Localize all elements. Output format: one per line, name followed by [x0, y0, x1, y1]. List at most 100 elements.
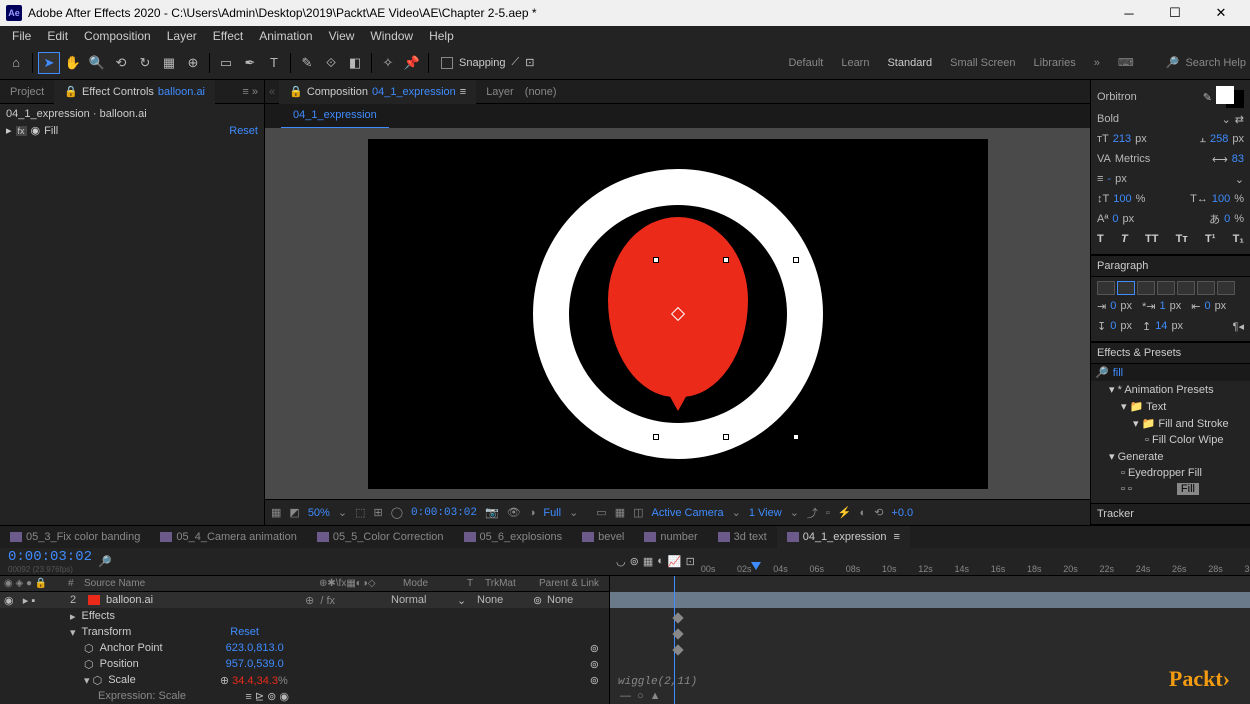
- leading[interactable]: 258: [1210, 133, 1228, 145]
- workspace-default[interactable]: Default: [788, 57, 823, 69]
- tl-tab-1[interactable]: 05_4_Camera animation: [150, 526, 306, 548]
- vc-show-snapshot-icon[interactable]: 👁: [507, 506, 521, 519]
- small-caps[interactable]: Tᴛ: [1176, 233, 1188, 245]
- orbit-tool[interactable]: ⟲: [110, 52, 132, 74]
- layer-row[interactable]: ◉ ▸ ▪ 2 balloon.ai ⊕ / fx Normal ⌄ None …: [0, 592, 609, 608]
- toolbar-kb-icon[interactable]: ⌨: [1118, 56, 1134, 69]
- camera-dropdown[interactable]: Active Camera: [652, 507, 724, 519]
- rtl-icon[interactable]: ¶◂: [1233, 320, 1244, 333]
- workspace-learn[interactable]: Learn: [841, 57, 869, 69]
- transform-reset[interactable]: Reset: [230, 626, 259, 638]
- camera-tool[interactable]: ▦: [158, 52, 180, 74]
- font-family[interactable]: Orbitron: [1097, 91, 1199, 103]
- rotate-tool[interactable]: ↻: [134, 52, 156, 74]
- selection-tool[interactable]: ➤: [38, 52, 60, 74]
- vc-channel-icon[interactable]: ◑: [529, 507, 536, 519]
- prop-position[interactable]: ⬡ Position957.0,539.0⊚: [0, 656, 609, 672]
- swap-colors-icon[interactable]: ⇄: [1235, 113, 1244, 126]
- hand-tool[interactable]: ✋: [62, 52, 84, 74]
- vc-mb-icon[interactable]: ◐: [860, 507, 867, 519]
- vc-pixel-icon[interactable]: ▫: [826, 507, 830, 519]
- zoom-tool[interactable]: 🔍: [86, 52, 108, 74]
- puppet-tool[interactable]: 📌: [401, 52, 423, 74]
- fill-swatch[interactable]: [1216, 86, 1234, 104]
- chevron-down-icon[interactable]: ⌄: [338, 506, 347, 519]
- expression-text[interactable]: wiggle(2,11): [618, 676, 697, 688]
- link-icon[interactable]: ⊕: [220, 675, 229, 687]
- justify-all[interactable]: [1217, 281, 1235, 295]
- sel-handle-tc[interactable]: [723, 257, 729, 263]
- chevron-down-icon[interactable]: ⌄: [732, 506, 741, 519]
- lock-icon[interactable]: 🔒: [64, 80, 78, 104]
- font-style[interactable]: Bold: [1097, 113, 1218, 125]
- prev-comp-button[interactable]: «: [265, 80, 279, 104]
- tab-composition[interactable]: 🔒 Composition 04_1_expression ≡: [279, 80, 476, 104]
- timeline-track-area[interactable]: wiggle(2,11) — ○ ▲: [610, 576, 1250, 704]
- sel-handle-bc[interactable]: [723, 434, 729, 440]
- sel-handle-tr[interactable]: [793, 257, 799, 263]
- sel-handle-bl[interactable]: [653, 434, 659, 440]
- tl-mb-icon[interactable]: ◐: [657, 555, 664, 568]
- type-tool[interactable]: T: [263, 52, 285, 74]
- vertical-scale[interactable]: 100: [1113, 193, 1131, 205]
- snapping-toggle[interactable]: Snapping ⟋ ⊡: [441, 56, 534, 69]
- workspace-overflow[interactable]: »: [1094, 57, 1100, 69]
- magnification[interactable]: 50%: [308, 507, 330, 519]
- eraser-tool[interactable]: ◧: [344, 52, 366, 74]
- first-line-indent[interactable]: 1: [1159, 300, 1165, 312]
- menu-edit[interactable]: Edit: [39, 26, 76, 46]
- tl-frame-blend-icon[interactable]: ▦: [643, 555, 653, 568]
- pan-behind-tool[interactable]: ⊕: [182, 52, 204, 74]
- effects-search-input[interactable]: [1113, 367, 1250, 379]
- layer-color-label[interactable]: [88, 595, 100, 605]
- col-source[interactable]: Source Name: [84, 578, 315, 589]
- tl-tab-6[interactable]: 3d text: [708, 526, 777, 548]
- layer-mode[interactable]: Normal: [391, 594, 451, 606]
- tree-text[interactable]: ▾ 📁 Text: [1091, 398, 1250, 415]
- expr-pickwhip-icon[interactable]: ⊚: [267, 691, 276, 703]
- minimize-button[interactable]: ─: [1106, 0, 1152, 26]
- subscript[interactable]: T₁: [1233, 233, 1244, 245]
- preset-fill-color-wipe[interactable]: ▫ Fill Color Wipe: [1091, 432, 1250, 448]
- tl-graph-icon[interactable]: 📈: [668, 555, 682, 568]
- zoom-out-icon[interactable]: —: [620, 690, 631, 702]
- tab-layer[interactable]: Layer (none): [476, 80, 566, 104]
- justify-right[interactable]: [1197, 281, 1215, 295]
- close-button[interactable]: ✕: [1198, 0, 1244, 26]
- snap-extra2-icon[interactable]: ⊡: [525, 56, 534, 69]
- pen-tool[interactable]: ✒: [239, 52, 261, 74]
- tree-fill-stroke[interactable]: ▾ 📁 Fill and Stroke: [1091, 415, 1250, 432]
- col-trkmat[interactable]: TrkMat: [485, 578, 535, 589]
- expr-lang-icon[interactable]: ◉: [279, 691, 289, 703]
- vc-alpha-icon[interactable]: ▦: [271, 506, 281, 519]
- menu-layer[interactable]: Layer: [159, 26, 205, 46]
- twirl-icon[interactable]: ▸: [6, 124, 12, 137]
- panel-menu-icon[interactable]: ≡: [460, 80, 466, 104]
- layer-bar[interactable]: [610, 592, 1250, 608]
- baseline-shift[interactable]: 0: [1112, 213, 1118, 225]
- tree-generate[interactable]: ▾ Generate: [1091, 448, 1250, 465]
- vc-exposure-reset[interactable]: ⟲: [874, 506, 883, 519]
- col-parent[interactable]: Parent & Link: [539, 578, 609, 589]
- tracking[interactable]: 83: [1232, 153, 1244, 165]
- tl-tab-0[interactable]: 05_3_Fix color banding: [0, 526, 150, 548]
- tl-shy-icon[interactable]: ◡: [616, 555, 626, 568]
- tl-fx-icon[interactable]: ⊚: [630, 555, 639, 568]
- expr-enable-icon[interactable]: ≡: [245, 691, 251, 703]
- align-center[interactable]: [1117, 281, 1135, 295]
- preset-eyedropper-fill[interactable]: ▫ Eyedropper Fill: [1091, 465, 1250, 481]
- menu-window[interactable]: Window: [362, 26, 421, 46]
- layer-name[interactable]: balloon.ai: [106, 594, 299, 606]
- superscript[interactable]: T¹: [1205, 233, 1215, 245]
- panel-menu-button[interactable]: ≡ »: [236, 86, 264, 98]
- viewport[interactable]: [265, 128, 1090, 499]
- menu-composition[interactable]: Composition: [76, 26, 159, 46]
- tsume[interactable]: 0: [1224, 213, 1230, 225]
- kerning[interactable]: Metrics: [1115, 153, 1150, 165]
- tab-project[interactable]: Project: [0, 80, 54, 104]
- clone-tool[interactable]: ⟐: [320, 52, 342, 74]
- tl-tab-4[interactable]: bevel: [572, 526, 634, 548]
- sel-handle-br[interactable]: [793, 434, 799, 440]
- prop-expression-scale[interactable]: Expression: Scale≡ ⊵ ⊚ ◉: [0, 688, 609, 704]
- tl-tab-3[interactable]: 05_6_explosions: [454, 526, 573, 548]
